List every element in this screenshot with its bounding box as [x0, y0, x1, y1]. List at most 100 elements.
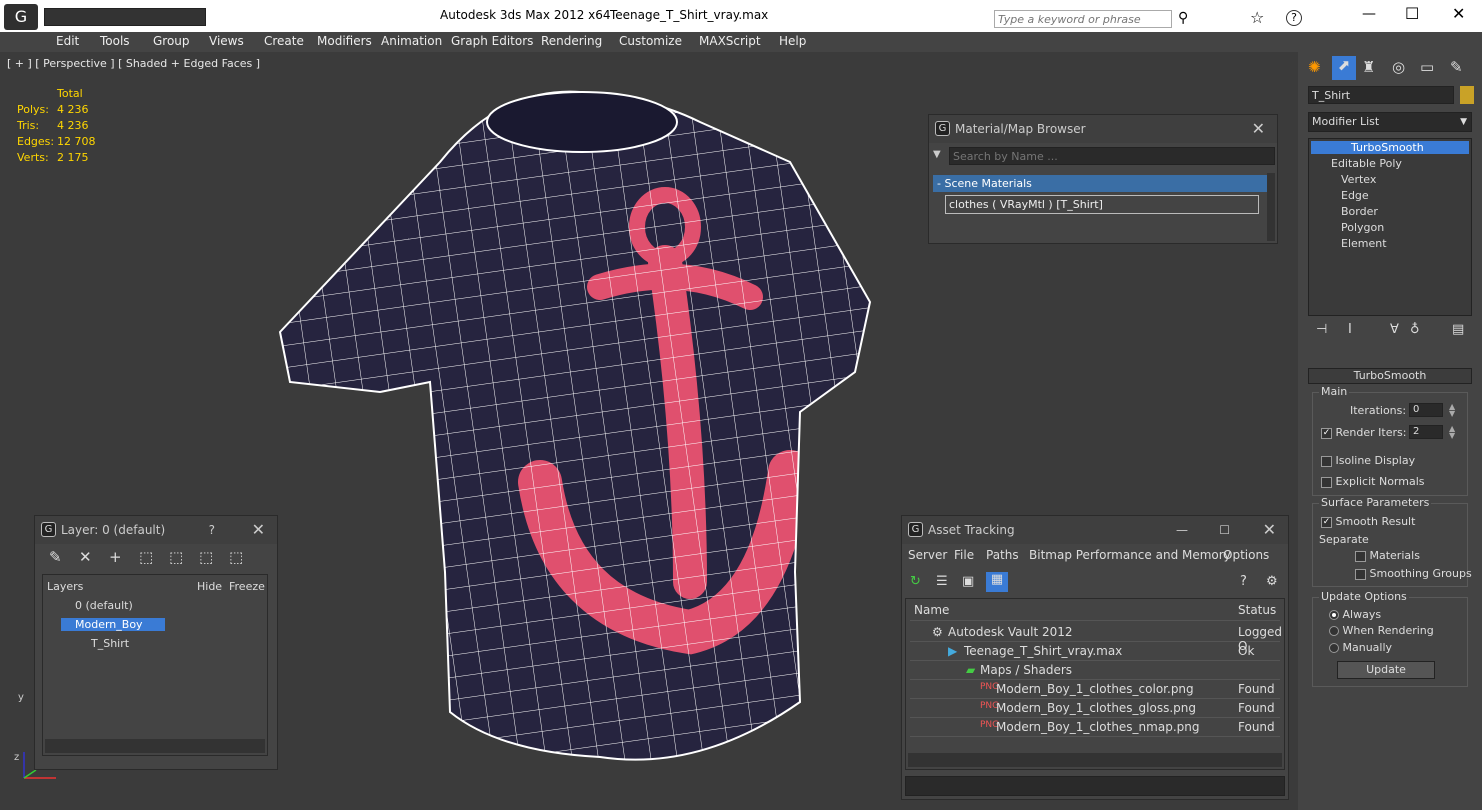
menu-bitmap-performance[interactable]: Bitmap Performance and Memory — [1029, 548, 1231, 562]
hide-all-icon[interactable]: ⬚ — [199, 548, 213, 566]
search-input[interactable] — [994, 10, 1172, 28]
status-header[interactable]: Status — [1238, 603, 1276, 617]
close-icon[interactable]: ✕ — [1263, 516, 1276, 544]
table-row[interactable]: PNG Modern_Boy_1_clothes_color.png Found — [910, 680, 1280, 699]
menu-graph-editors[interactable]: Graph Editors — [451, 34, 533, 48]
materials-checkbox[interactable] — [1355, 550, 1366, 562]
list-view-icon[interactable]: ☰ — [936, 574, 948, 589]
menu-group[interactable]: Group — [153, 34, 190, 48]
layer-row[interactable]: T_Shirt — [91, 637, 129, 650]
motion-tab-icon[interactable]: ◎ — [1392, 58, 1405, 76]
render-iters-checkbox[interactable]: ✓ — [1321, 427, 1332, 439]
smooth-result-checkbox[interactable]: ✓ — [1321, 516, 1332, 528]
stack-item-edge[interactable]: Edge — [1341, 189, 1369, 202]
help-icon[interactable]: ? — [1240, 574, 1247, 589]
help-button[interactable]: ? — [209, 516, 215, 544]
create-tab-icon[interactable]: ✺ — [1308, 58, 1321, 76]
pin-stack-icon[interactable]: ⊣ — [1316, 322, 1327, 337]
table-view-icon[interactable]: ▦ — [986, 572, 1008, 592]
menu-animation[interactable]: Animation — [381, 34, 442, 48]
isoline-display-checkbox[interactable] — [1321, 455, 1332, 467]
table-row[interactable]: PNG Modern_Boy_1_clothes_nmap.png Found — [910, 718, 1280, 737]
explicit-normals-checkbox[interactable] — [1321, 476, 1332, 488]
menu-views[interactable]: Views — [209, 34, 244, 48]
maximize-icon[interactable]: ☐ — [1219, 516, 1230, 544]
modify-tab-icon[interactable]: ⬈ — [1332, 56, 1356, 80]
app-logo-icon[interactable]: G — [4, 4, 38, 30]
manually-radio[interactable] — [1329, 643, 1339, 653]
freeze-header[interactable]: Freeze — [229, 580, 265, 593]
menu-server[interactable]: Server — [908, 548, 947, 562]
menu-tools[interactable]: Tools — [100, 34, 130, 48]
menu-customize[interactable]: Customize — [619, 34, 682, 48]
menu-edit[interactable]: Edit — [56, 34, 79, 48]
layers-header[interactable]: Layers — [47, 580, 83, 593]
new-layer-icon[interactable]: ✎ — [49, 548, 62, 566]
close-icon[interactable]: ✕ — [252, 516, 265, 544]
turbosmooth-rollout-header[interactable]: TurboSmooth — [1308, 368, 1472, 384]
add-to-layer-icon[interactable]: + — [109, 548, 122, 566]
hierarchy-tab-icon[interactable]: ♜ — [1362, 58, 1375, 76]
search-binoculars-icon[interactable]: ⚲ — [1178, 10, 1188, 26]
menu-file[interactable]: File — [954, 548, 974, 562]
smoothing-groups-checkbox[interactable] — [1355, 568, 1366, 580]
viewport-label[interactable]: [ + ] [ Perspective ] [ Shaded + Edged F… — [7, 57, 260, 70]
iterations-spinner[interactable]: 0 — [1409, 403, 1443, 417]
stack-item-turbosmooth[interactable]: TurboSmooth — [1311, 141, 1469, 154]
maximize-window-icon[interactable]: ☐ — [1405, 4, 1419, 23]
always-radio[interactable] — [1329, 610, 1339, 620]
filter-chevron-icon[interactable]: ▼ — [933, 149, 941, 160]
render-iters-spinner[interactable]: 2 — [1409, 425, 1443, 439]
object-name-field[interactable] — [1308, 86, 1454, 104]
table-row[interactable]: ⚙ Autodesk Vault 2012 Logged O — [910, 623, 1282, 653]
hide-header[interactable]: Hide — [197, 580, 222, 593]
name-header[interactable]: Name — [914, 603, 949, 617]
remove-modifier-icon[interactable]: ♁ — [1410, 322, 1420, 337]
layer-row[interactable]: 0 (default) — [75, 599, 133, 612]
settings-icon[interactable]: ⚙ — [1266, 574, 1278, 589]
material-item[interactable]: clothes ( VRayMtl ) [T_Shirt] — [945, 195, 1259, 214]
close-icon[interactable]: ✕ — [1252, 115, 1265, 143]
minimize-icon[interactable]: — — [1176, 516, 1188, 544]
thumbnail-view-icon[interactable]: ▣ — [962, 574, 974, 589]
show-end-result-icon[interactable]: Ⅰ — [1348, 322, 1352, 337]
stack-item-element[interactable]: Element — [1341, 237, 1387, 250]
stack-item-editable-poly[interactable]: Editable Poly — [1331, 157, 1402, 170]
layer-row-selected[interactable]: Modern_Boy — [61, 618, 165, 631]
menu-options[interactable]: Options — [1223, 548, 1269, 562]
configure-sets-icon[interactable]: ▤ — [1452, 322, 1464, 337]
table-row[interactable]: ▰ Maps / Shaders — [910, 661, 1280, 680]
object-color-swatch[interactable] — [1460, 86, 1474, 104]
menu-create[interactable]: Create — [264, 34, 304, 48]
display-tab-icon[interactable]: ▭ — [1420, 58, 1434, 76]
menu-modifiers[interactable]: Modifiers — [317, 34, 372, 48]
make-unique-icon[interactable]: ∀ — [1390, 322, 1399, 337]
menu-rendering[interactable]: Rendering — [541, 34, 602, 48]
modifier-list-dropdown[interactable]: Modifier List ▼ — [1308, 112, 1472, 132]
help-button[interactable]: ? — [1286, 10, 1302, 26]
select-layer-icon[interactable]: ⬚ — [139, 548, 153, 566]
spinner-arrows-icon[interactable]: ▲ ▼ — [1449, 425, 1457, 440]
menu-maxscript[interactable]: MAXScript — [699, 34, 761, 48]
refresh-icon[interactable]: ↻ — [910, 574, 921, 589]
stack-item-border[interactable]: Border — [1341, 205, 1378, 218]
table-row[interactable]: ▶ Teenage_T_Shirt_vray.max Ok — [910, 642, 1280, 661]
horizontal-scrollbar[interactable] — [908, 753, 1282, 767]
scene-materials-header[interactable]: - Scene Materials — [933, 175, 1267, 192]
menu-help[interactable]: Help — [779, 34, 806, 48]
scrollbar[interactable] — [1267, 173, 1275, 241]
stack-item-polygon[interactable]: Polygon — [1341, 221, 1384, 234]
stack-item-vertex[interactable]: Vertex — [1341, 173, 1376, 186]
utilities-tab-icon[interactable]: ✎ — [1450, 58, 1463, 76]
delete-layer-icon[interactable]: ✕ — [79, 548, 92, 566]
close-window-icon[interactable]: ✕ — [1452, 4, 1465, 23]
update-button[interactable]: Update — [1337, 661, 1435, 679]
favorites-star-icon[interactable]: ☆ — [1250, 8, 1264, 27]
spinner-arrows-icon[interactable]: ▲ ▼ — [1449, 403, 1457, 418]
horizontal-scrollbar[interactable] — [45, 739, 265, 753]
minimize-window-icon[interactable]: — — [1362, 6, 1376, 22]
material-search-input[interactable] — [949, 147, 1275, 165]
when-rendering-radio[interactable] — [1329, 626, 1339, 636]
freeze-all-icon[interactable]: ⬚ — [229, 548, 243, 566]
path-field[interactable] — [905, 776, 1285, 796]
